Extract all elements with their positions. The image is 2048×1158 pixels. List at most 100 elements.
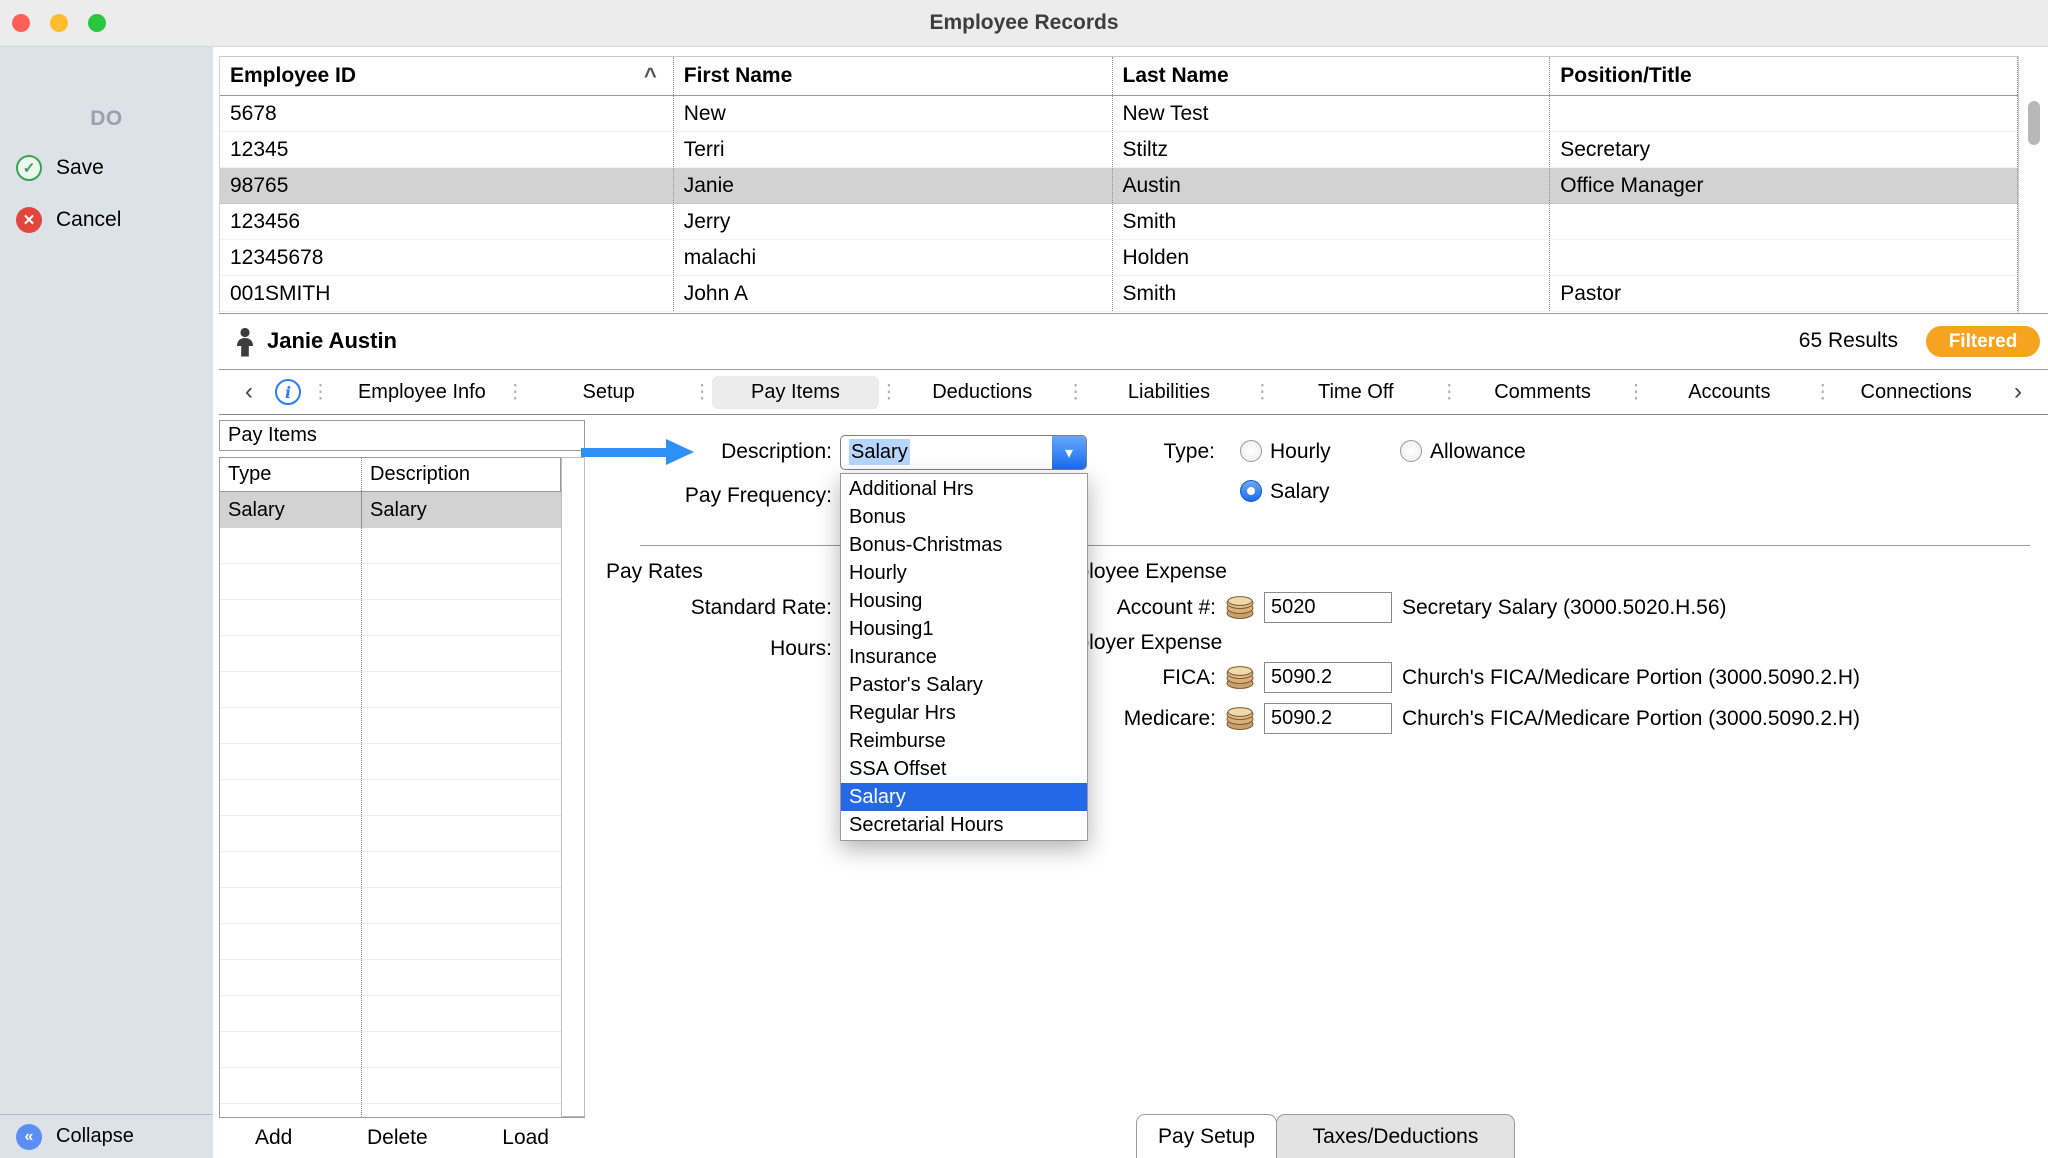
pay-items-table-header: Type Description (219, 457, 561, 492)
tab-connections[interactable]: Connections (1832, 376, 2000, 409)
pay-rates-section-label: Pay Rates (606, 560, 703, 584)
cancel-button[interactable]: ✕ Cancel (16, 207, 121, 233)
table-scrollbar-thumb[interactable] (2028, 101, 2040, 145)
sort-ascending-icon: ^ (644, 63, 657, 89)
fica-account-input[interactable] (1264, 662, 1392, 693)
delete-button[interactable]: Delete (367, 1126, 428, 1150)
menu-item[interactable]: Bonus-Christmas (841, 531, 1087, 559)
sidebar: DO ✓ Save ✕ Cancel « Collapse (0, 47, 213, 1158)
column-divider (361, 492, 362, 1117)
radio-allowance-label: Allowance (1430, 440, 1526, 464)
medicare-account-input[interactable] (1264, 703, 1392, 734)
separator-dots-icon: ⋮ (1066, 381, 1085, 404)
record-name: Janie Austin (267, 328, 397, 354)
tab-bar: ‹ i ⋮ Employee Info ⋮ Setup ⋮ Pay Items … (219, 370, 2048, 415)
filtered-badge[interactable]: Filtered (1926, 326, 2040, 357)
pointer-arrow-icon (581, 448, 667, 457)
table-row[interactable]: 001SMITH John A Smith Pastor (220, 276, 2018, 312)
pay-item-row-selected[interactable]: Salary Salary (220, 492, 561, 528)
load-button[interactable]: Load (502, 1126, 549, 1150)
sidebar-header: DO (0, 107, 213, 131)
tab-employee-info[interactable]: Employee Info (338, 376, 506, 409)
tab-time-off[interactable]: Time Off (1272, 376, 1440, 409)
employee-table: Employee ID ^ First Name Last Name Posit… (219, 56, 2018, 312)
menu-item[interactable]: Bonus (841, 503, 1087, 531)
pay-items-buttons: Add Delete Load (219, 1117, 585, 1158)
collapse-label: Collapse (56, 1125, 134, 1148)
column-header-description[interactable]: Description (362, 458, 560, 491)
separator-dots-icon: ⋮ (1813, 381, 1832, 404)
minimize-window-button[interactable] (50, 14, 68, 32)
hours-label: Hours: (600, 637, 832, 661)
table-row[interactable]: 123456 Jerry Smith (220, 204, 2018, 240)
tab-pay-setup[interactable]: Pay Setup (1136, 1114, 1277, 1158)
menu-item-selected[interactable]: Salary (841, 783, 1087, 811)
app-window: Employee Records DO ✓ Save ✕ Cancel « Co… (0, 0, 2048, 1158)
menu-item[interactable]: SSA Offset (841, 755, 1087, 783)
record-header: Janie Austin 65 Results Filtered (219, 313, 2048, 370)
tab-comments[interactable]: Comments (1459, 376, 1627, 409)
tab-liabilities[interactable]: Liabilities (1085, 376, 1253, 409)
money-stack-icon[interactable] (1224, 703, 1256, 731)
fica-description: Church's FICA/Medicare Portion (3000.509… (1402, 666, 1860, 690)
save-button[interactable]: ✓ Save (16, 155, 104, 181)
tab-pay-items[interactable]: Pay Items (712, 376, 880, 409)
table-row[interactable]: 12345678 malachi Holden (220, 240, 2018, 276)
column-header-position[interactable]: Position/Title (1550, 57, 2018, 95)
menu-item[interactable]: Regular Hrs (841, 699, 1087, 727)
pay-items-list: Salary Salary (219, 492, 561, 1117)
tab-setup[interactable]: Setup (525, 376, 693, 409)
account-description: Secretary Salary (3000.5020.H.56) (1402, 596, 1727, 620)
menu-item[interactable]: Additional Hrs (841, 475, 1087, 503)
table-row[interactable]: 12345 Terri Stiltz Secretary (220, 132, 2018, 168)
medicare-description: Church's FICA/Medicare Portion (3000.509… (1402, 707, 1860, 731)
pointer-arrow-head-icon (666, 439, 694, 465)
radio-hourly[interactable] (1240, 440, 1262, 462)
pay-frequency-label: Pay Frequency: (600, 484, 832, 508)
info-icon[interactable]: i (275, 379, 301, 405)
pay-items-panel-title: Pay Items (219, 420, 585, 451)
column-header-type[interactable]: Type (220, 458, 362, 491)
zoom-window-button[interactable] (88, 14, 106, 32)
collapse-icon: « (16, 1124, 42, 1150)
description-combobox[interactable]: Salary ▾ (840, 435, 1087, 470)
separator-dots-icon: ⋮ (1253, 381, 1272, 404)
column-header-employee-id[interactable]: Employee ID ^ (220, 57, 674, 95)
employee-table-header: Employee ID ^ First Name Last Name Posit… (220, 56, 2018, 96)
standard-rate-label: Standard Rate: (600, 596, 832, 620)
person-icon (231, 327, 259, 358)
radio-salary-selected[interactable] (1240, 480, 1262, 502)
dropdown-button[interactable]: ▾ (1052, 436, 1086, 469)
separator-dots-icon: ⋮ (693, 381, 712, 404)
tab-deductions[interactable]: Deductions (898, 376, 1066, 409)
table-row-selected[interactable]: 98765 Janie Austin Office Manager (220, 168, 2018, 204)
menu-item[interactable]: Hourly (841, 559, 1087, 587)
menu-item[interactable]: Reimburse (841, 727, 1087, 755)
menu-item[interactable]: Secretarial Hours (841, 811, 1087, 839)
tab-accounts[interactable]: Accounts (1645, 376, 1813, 409)
menu-item[interactable]: Insurance (841, 643, 1087, 671)
results-count: 65 Results (1799, 329, 1898, 353)
separator-dots-icon: ⋮ (1440, 381, 1459, 404)
money-stack-icon[interactable] (1224, 662, 1256, 690)
save-check-icon: ✓ (16, 155, 42, 181)
info-group: i ⋮ (267, 379, 338, 405)
radio-allowance[interactable] (1400, 440, 1422, 462)
add-button[interactable]: Add (255, 1126, 292, 1150)
table-row[interactable]: 5678 New New Test (220, 96, 2018, 132)
tabs-back-button[interactable]: ‹ (231, 378, 267, 406)
menu-item[interactable]: Housing (841, 587, 1087, 615)
column-header-last-name[interactable]: Last Name (1113, 57, 1551, 95)
close-window-button[interactable] (12, 14, 30, 32)
separator-dots-icon: ⋮ (1626, 381, 1645, 404)
tab-taxes-deductions[interactable]: Taxes/Deductions (1276, 1114, 1515, 1158)
account-number-input[interactable] (1264, 592, 1392, 623)
menu-item[interactable]: Pastor's Salary (841, 671, 1087, 699)
money-stack-icon[interactable] (1224, 592, 1256, 620)
menu-item[interactable]: Housing1 (841, 615, 1087, 643)
description-value: Salary (841, 441, 1052, 464)
collapse-button[interactable]: « Collapse (0, 1114, 213, 1158)
column-header-first-name[interactable]: First Name (674, 57, 1113, 95)
tabs-forward-button[interactable]: › (2000, 378, 2036, 406)
cancel-label: Cancel (56, 208, 121, 232)
